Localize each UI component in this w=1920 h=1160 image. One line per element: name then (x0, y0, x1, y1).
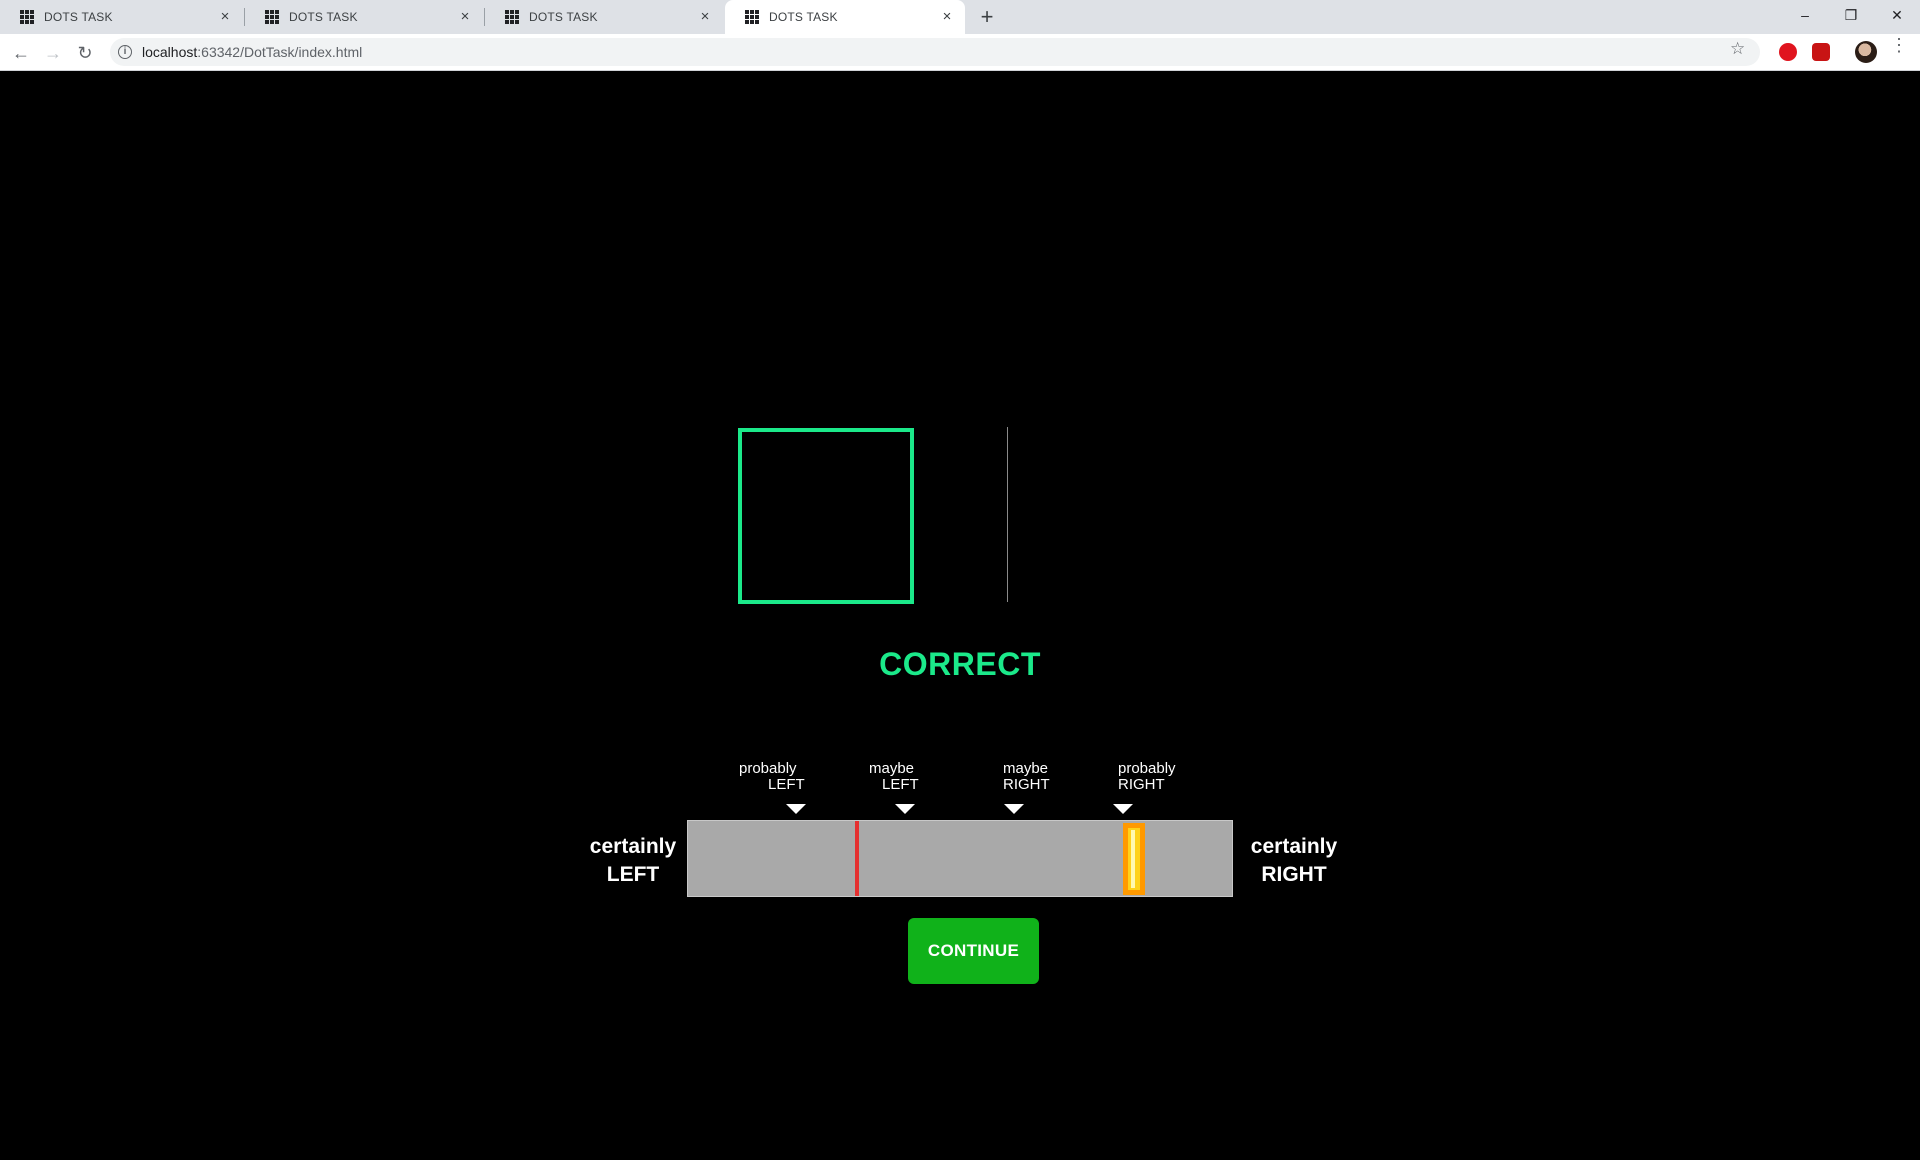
end-label-line1: certainly (1250, 835, 1338, 858)
tab-strip: DOTS TASK × DOTS TASK × DOTS TASK × DOTS… (0, 0, 1920, 34)
tab-title: DOTS TASK (289, 10, 358, 24)
end-label-certainly-right: certainly RIGHT (1242, 833, 1346, 889)
marker-label-maybe-left: maybe LEFT (869, 761, 919, 793)
tab-title: DOTS TASK (44, 10, 113, 24)
close-icon[interactable]: × (939, 9, 955, 25)
close-window-button[interactable]: ✕ (1874, 0, 1920, 30)
feedback-text: CORRECT (879, 646, 1041, 682)
bookmark-star-icon[interactable]: ☆ (1730, 39, 1745, 59)
opera-extension-icon[interactable] (1779, 43, 1797, 61)
marker-label-line1: maybe (869, 760, 915, 777)
right-stimulus-edge (1007, 427, 1008, 602)
marker-label-probably-left: probably LEFT (739, 761, 805, 793)
avatar[interactable] (1855, 41, 1877, 63)
new-tab-button[interactable]: + (975, 5, 999, 29)
continue-button[interactable]: CONTINUE (908, 918, 1039, 984)
menu-icon[interactable]: ⋮ (1890, 36, 1908, 54)
minimize-button[interactable]: – (1782, 0, 1828, 30)
marker-label-probably-right: probably RIGHT (1118, 761, 1176, 793)
browser-tab-3[interactable]: DOTS TASK × (485, 0, 723, 34)
browser-tab-4-active[interactable]: DOTS TASK × (725, 0, 965, 34)
marker-label-maybe-right: maybe RIGHT (1003, 761, 1050, 793)
close-icon[interactable]: × (457, 9, 473, 25)
end-label-certainly-left: certainly LEFT (586, 833, 680, 889)
browser-toolbar: ← → ↻ i localhost:63342/DotTask/index.ht… (0, 34, 1920, 71)
grid-icon (745, 10, 759, 24)
confidence-scale[interactable] (687, 820, 1233, 897)
marker-label-line2: RIGHT (1118, 776, 1165, 793)
triangle-down-icon (1004, 804, 1024, 814)
browser-tab-2[interactable]: DOTS TASK × (245, 0, 483, 34)
marker-label-line1: maybe (1003, 760, 1049, 777)
tab-title: DOTS TASK (529, 10, 598, 24)
marker-label-line1: probably (739, 760, 797, 777)
marker-label-line2: LEFT (882, 776, 919, 793)
back-button[interactable]: ← (8, 40, 34, 66)
url-text[interactable]: localhost:63342/DotTask/index.html (142, 44, 362, 60)
close-icon[interactable]: × (217, 9, 233, 25)
marker-label-line2: RIGHT (1003, 776, 1050, 793)
url-host: localhost (142, 44, 198, 60)
pdf-extension-icon[interactable] (1812, 43, 1830, 61)
url-path: :63342/DotTask/index.html (197, 44, 363, 60)
triangle-down-icon (1113, 804, 1133, 814)
left-stimulus-box (738, 428, 914, 604)
browser-tab-1[interactable]: DOTS TASK × (0, 0, 243, 34)
grid-icon (265, 10, 279, 24)
grid-icon (20, 10, 34, 24)
marker-label-line1: probably (1118, 760, 1176, 777)
restore-button[interactable]: ❐ (1828, 0, 1874, 30)
tab-title: DOTS TASK (769, 10, 838, 24)
end-label-line2: RIGHT (1261, 863, 1327, 886)
response-slider-handle[interactable] (1123, 823, 1145, 895)
end-label-line2: LEFT (606, 863, 660, 886)
end-label-line1: certainly (589, 835, 677, 858)
correct-answer-marker (855, 821, 859, 896)
reload-button[interactable]: ↻ (72, 40, 98, 66)
forward-button[interactable]: → (40, 40, 66, 66)
address-bar[interactable]: i localhost:63342/DotTask/index.html (110, 38, 1760, 66)
marker-label-line2: LEFT (768, 776, 805, 793)
triangle-down-icon (786, 804, 806, 814)
triangle-down-icon (895, 804, 915, 814)
info-icon[interactable]: i (118, 45, 132, 59)
close-icon[interactable]: × (697, 9, 713, 25)
grid-icon (505, 10, 519, 24)
